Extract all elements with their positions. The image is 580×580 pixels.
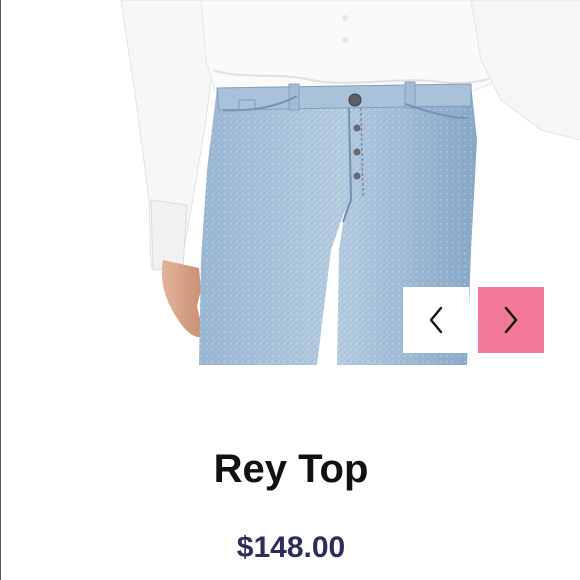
product-card: Rey Top $148.00 bbox=[0, 0, 580, 580]
product-price: $148.00 bbox=[236, 531, 346, 564]
carousel-next-button[interactable] bbox=[478, 287, 544, 353]
chevron-left-icon bbox=[429, 306, 443, 334]
carousel-prev-button[interactable] bbox=[403, 287, 469, 353]
product-title: Rey Top bbox=[213, 447, 369, 491]
chevron-right-icon bbox=[504, 306, 518, 334]
